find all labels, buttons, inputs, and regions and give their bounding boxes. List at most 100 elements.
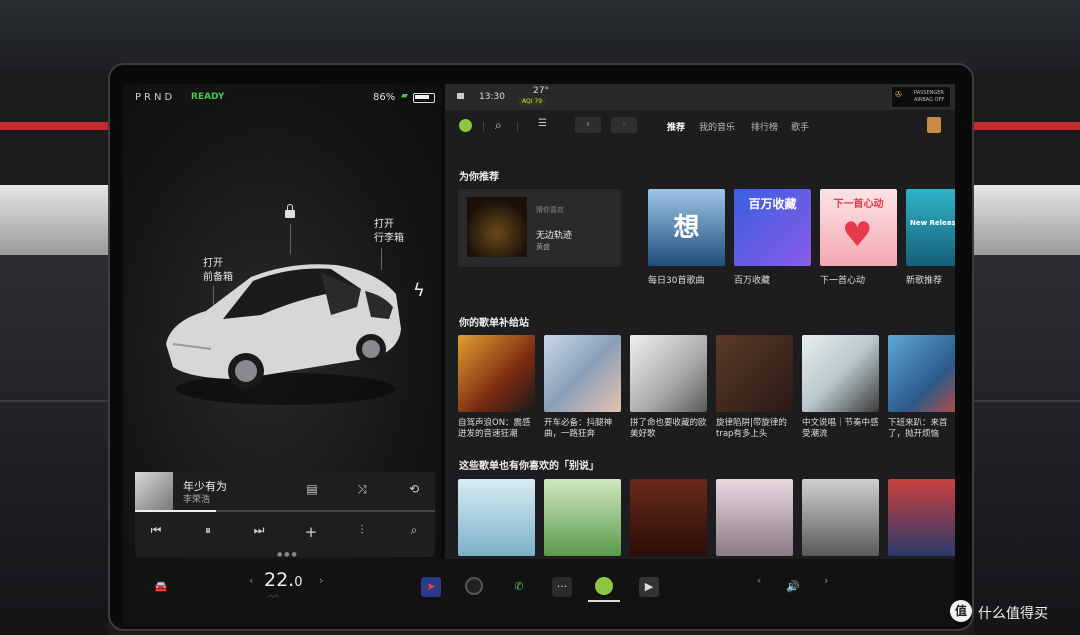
clock: 13:30 <box>479 92 505 102</box>
phone-icon[interactable]: ✆ <box>509 577 529 597</box>
user-avatar[interactable] <box>927 117 941 133</box>
progress-bar[interactable] <box>135 510 435 512</box>
page-indicator-dots: ●●● <box>277 551 299 558</box>
section-also-like: 这些歌单也有你喜欢的「别说」 <box>459 461 599 472</box>
similar-playlist-tile[interactable] <box>458 479 535 556</box>
playlist-tile[interactable] <box>888 335 955 412</box>
tab-recommend[interactable]: 推荐 <box>667 120 685 133</box>
airbag-line2: AIRBAG OFF <box>914 97 945 103</box>
section-for-you: 为你推荐 <box>459 172 499 183</box>
featured-subtitle: 猜你喜欢 <box>536 206 564 214</box>
charge-port-bolt-icon[interactable]: ϟ <box>413 280 425 301</box>
lock-status-icon[interactable] <box>457 93 464 99</box>
album-art[interactable] <box>135 472 173 510</box>
add-to-playlist-icon[interactable]: + <box>300 523 322 541</box>
playlist-tile[interactable] <box>716 335 793 412</box>
previous-icon[interactable]: ⏮ <box>145 523 167 538</box>
tab-artists[interactable]: 歌手 <box>791 120 809 133</box>
volume-icon[interactable]: 🔊 <box>783 577 803 597</box>
similar-playlist-tile[interactable] <box>544 479 621 556</box>
music-toolbar: ⌕ ☰ ‹ › 推荐 我的音乐 排行榜 歌手 <box>445 110 955 140</box>
rec-tile-next-heartbeat[interactable]: 下一首心动 ♥ <box>820 189 897 266</box>
equalizer-icon[interactable]: ⫶ <box>351 523 373 538</box>
cabin-temperature[interactable]: 22.0 <box>264 569 303 591</box>
battery-percentage: 86% <box>373 92 396 103</box>
rec-tile-million-favorites[interactable]: 百万收藏 <box>734 189 811 266</box>
featured-album-art <box>467 197 527 257</box>
navigation-icon[interactable]: ➤ <box>421 577 441 597</box>
forward-button[interactable]: › <box>611 117 637 133</box>
rec-tile-daily-30[interactable]: 想 <box>648 189 725 266</box>
featured-song-card[interactable]: 猜你喜欢 无边轨迹 黄盛 <box>458 189 621 267</box>
temp-decimal: 0 <box>294 575 303 590</box>
silver-trim-right <box>974 185 1080 255</box>
car-controls-icon[interactable]: 🚘 <box>151 577 171 597</box>
similar-playlist-tile[interactable] <box>802 479 879 556</box>
section-playlist-supply: 你的歌单补给站 <box>459 318 529 329</box>
open-trunk-button[interactable]: 打开 行李箱 <box>374 218 404 246</box>
playlist-label: 开车必备：抖腿神曲，一路狂奔 <box>544 418 613 439</box>
seat-heater-icon[interactable]: ◠◠ <box>268 594 278 601</box>
playlist-tile[interactable] <box>544 335 621 412</box>
qq-music-logo-icon[interactable] <box>459 119 472 132</box>
menu-list-icon[interactable]: ☰ <box>538 118 547 129</box>
media-player-icon[interactable]: ▶ <box>639 577 659 597</box>
rec-tile-new-songs[interactable]: New Release <box>906 189 955 266</box>
music-app-icon[interactable] <box>595 577 613 595</box>
temp-up-chevron[interactable]: › <box>319 574 323 587</box>
playlist-tile[interactable] <box>458 335 535 412</box>
mini-player[interactable]: 年少有为 李荣浩 ▤ ⤨ ⟲ ⏮ ⏸ ⏭ + ⫶ ⌕ <box>135 472 435 557</box>
rec-label-million-favorites: 百万收藏 <box>734 276 771 286</box>
playlist-label: 自驾声浪ON：震感迸发的音速狂潮 <box>458 418 531 439</box>
music-search-icon[interactable]: ⌕ <box>495 118 502 133</box>
dash-right <box>974 255 1080 635</box>
interior-top <box>0 0 1080 70</box>
search-icon[interactable]: ⌕ <box>403 523 425 538</box>
silver-trim-left <box>0 185 108 255</box>
more-apps-icon[interactable]: ··· <box>552 577 572 597</box>
music-app: 13:30 27° AQI 79 ✇ PASSENGER AIRBAG OFF … <box>445 84 955 559</box>
playlist-label: 下班来趴：来首了，抛开烦恼 <box>888 418 948 439</box>
playlist-tile[interactable] <box>630 335 707 412</box>
toolbar-divider <box>517 122 518 132</box>
rec-tile-text: 想 <box>673 213 700 243</box>
watermark-logo: 值 <box>950 600 972 622</box>
temp-down-chevron[interactable]: ‹ <box>249 574 253 587</box>
touchscreen: PRND READY ▰ 86% 打开 前备箱 打开 行李箱 ϟ 年少有为 李荣… <box>123 84 955 626</box>
passenger-airbag-indicator: ✇ PASSENGER AIRBAG OFF <box>891 86 951 108</box>
temp-integer: 22. <box>264 569 295 591</box>
similar-playlist-tile[interactable] <box>888 479 955 556</box>
vehicle-panel: PRND READY ▰ 86% 打开 前备箱 打开 行李箱 ϟ 年少有为 李荣… <box>123 84 441 559</box>
rec-label-daily-30: 每日30首歌曲 <box>648 276 705 286</box>
shuffle-icon[interactable]: ⤨ <box>351 482 373 497</box>
tab-charts[interactable]: 排行榜 <box>751 120 778 133</box>
airbag-line1: PASSENGER <box>914 90 944 96</box>
volume-down-chevron[interactable]: ‹ <box>757 574 761 587</box>
aqi-badge: AQI 79 <box>519 98 546 105</box>
featured-artist: 黄盛 <box>536 243 550 251</box>
active-app-indicator <box>588 600 620 602</box>
similar-playlist-tile[interactable] <box>716 479 793 556</box>
rec-tile-text: New Release <box>910 219 955 227</box>
pause-icon[interactable]: ⏸ <box>197 523 219 538</box>
heart-icon: ♥ <box>842 215 873 255</box>
airbag-icon: ✇ <box>895 90 902 99</box>
playlist-tile[interactable] <box>802 335 879 412</box>
repeat-icon[interactable]: ⟲ <box>403 482 425 496</box>
next-icon[interactable]: ⏭ <box>248 523 270 538</box>
trunk-label-line2: 行李箱 <box>374 233 404 244</box>
dash-left <box>0 255 108 635</box>
tab-my-music[interactable]: 我的音乐 <box>699 120 735 133</box>
track-artist: 李荣浩 <box>183 495 211 505</box>
similar-playlist-tile[interactable] <box>630 479 707 556</box>
outside-temperature: 27° <box>533 86 549 96</box>
back-button[interactable]: ‹ <box>575 117 601 133</box>
playlist-label: 拼了命也要收藏的欧美好歌 <box>630 418 707 439</box>
dash-seam-left <box>0 400 108 402</box>
volume-up-chevron[interactable]: › <box>824 574 828 587</box>
lock-icon[interactable] <box>285 204 295 218</box>
lyrics-icon[interactable]: ▤ <box>301 482 323 496</box>
status-bar: 13:30 27° AQI 79 ✇ PASSENGER AIRBAG OFF <box>445 84 955 110</box>
bottom-dock: 🚘 ‹ 22.0 ◠◠ › ➤ ✆ ··· ▶ ‹ 🔊 › <box>123 559 955 626</box>
camera-icon[interactable] <box>465 577 483 595</box>
